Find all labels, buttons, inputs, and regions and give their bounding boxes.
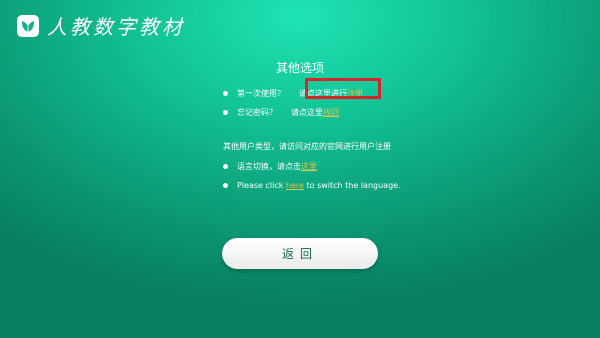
bullet-icon — [223, 183, 228, 188]
app-logo: 人教数字教材 — [17, 11, 185, 40]
language-cn-row: 语言切换，请点击这里 — [237, 162, 317, 172]
language-cn-prompt: 语言切换，请点击 — [237, 162, 301, 171]
page-title: 其他选项 — [275, 61, 324, 75]
other-users-text: 其他用户类型，请访问对应的官网进行用户注册 — [223, 142, 391, 151]
back-button[interactable]: 返回 — [222, 238, 378, 269]
back-button-label: 返回 — [281, 247, 318, 261]
language-switch-link-cn[interactable]: 这里 — [301, 162, 317, 171]
logo-text: 人教数字教材 — [47, 15, 185, 39]
forgot-password-label: 忘记密码？ — [237, 108, 277, 117]
language-en-row: Please click here to switch the language… — [237, 181, 401, 191]
highlight-box — [305, 78, 381, 99]
leaf-book-icon — [17, 14, 39, 37]
forgot-password-prompt: 请点这里 — [291, 108, 323, 117]
language-en-after: to switch the language. — [303, 181, 401, 190]
recover-password-link[interactable]: 找回 — [323, 108, 339, 117]
first-use-label: 第一次使用？ — [237, 89, 285, 98]
language-en-before: Please click — [237, 181, 286, 190]
forgot-password-row: 忘记密码？ 请点这里找回 — [237, 108, 339, 118]
bullet-icon — [223, 91, 228, 96]
bullet-icon — [223, 164, 228, 169]
language-switch-link-en[interactable]: here — [286, 181, 304, 190]
bullet-icon — [223, 110, 228, 115]
